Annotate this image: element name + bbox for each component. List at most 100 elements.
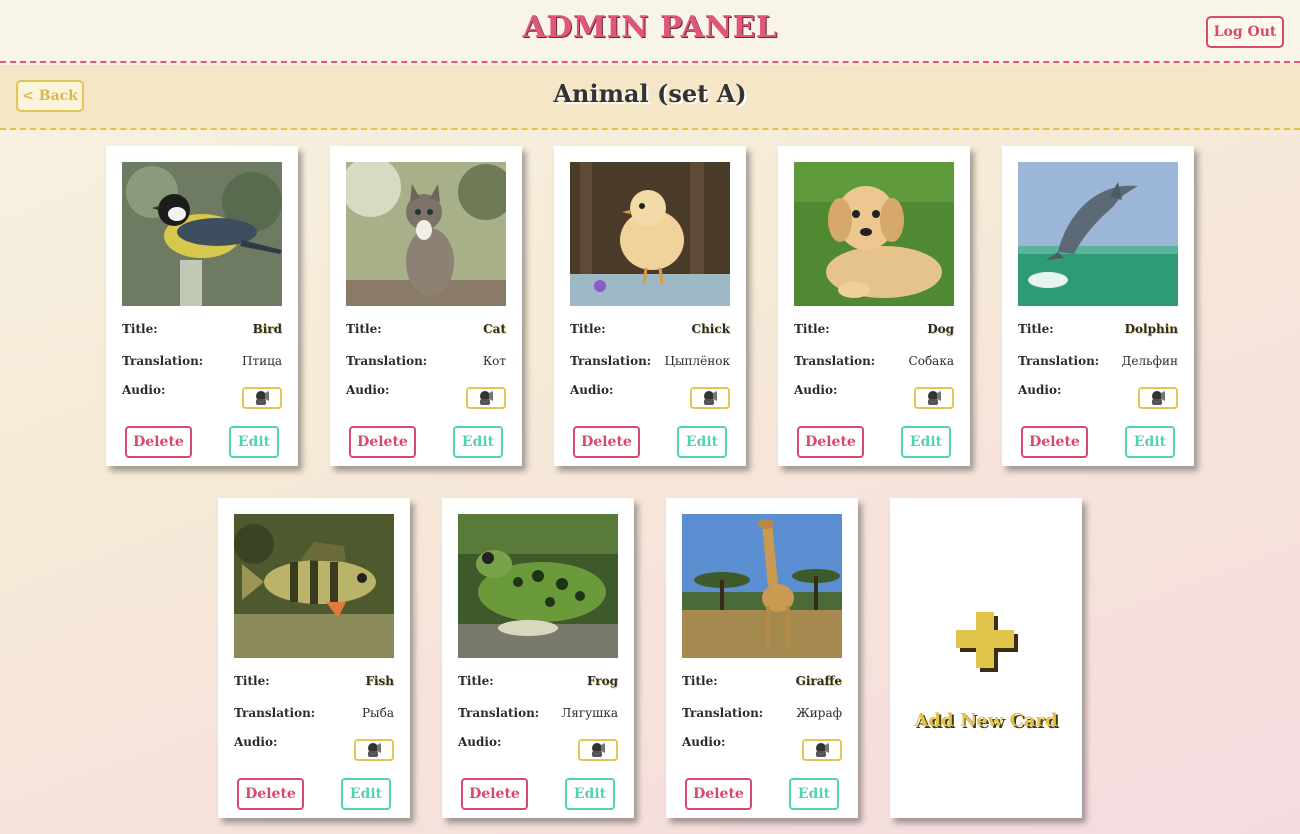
title-label: Title: bbox=[570, 322, 606, 336]
add-new-card-label: Add New Card bbox=[914, 710, 1058, 731]
audio-row: Audio: bbox=[122, 383, 282, 409]
add-new-card-button[interactable]: Add New Card bbox=[890, 498, 1082, 818]
category-title: Animal (set A) bbox=[553, 79, 747, 108]
edit-button[interactable]: Edit bbox=[341, 778, 391, 810]
card-translation: Жираф bbox=[796, 706, 842, 720]
translation-row: Translation: Цыплёнок bbox=[570, 351, 730, 371]
card-image-dog bbox=[794, 162, 954, 306]
edit-button[interactable]: Edit bbox=[789, 778, 839, 810]
translation-label: Translation: bbox=[682, 706, 764, 720]
card-title: Dolphin bbox=[1124, 322, 1178, 336]
speaker-icon bbox=[480, 391, 493, 405]
card-title: Cat bbox=[483, 322, 506, 336]
play-audio-button[interactable] bbox=[466, 387, 506, 409]
speaker-icon bbox=[1152, 391, 1165, 405]
title-row: Title: Bird bbox=[122, 319, 282, 339]
title-row: Title: Chick bbox=[570, 319, 730, 339]
speaker-icon bbox=[368, 743, 381, 757]
translation-row: Translation: Птица bbox=[122, 351, 282, 371]
translation-label: Translation: bbox=[458, 706, 540, 720]
delete-button[interactable]: Delete bbox=[461, 778, 528, 810]
audio-row: Audio: bbox=[570, 383, 730, 409]
card-image-giraffe bbox=[682, 514, 842, 658]
title-label: Title: bbox=[122, 322, 158, 336]
word-card: Title: Cat Translation: Кот Audio: Delet… bbox=[330, 146, 522, 466]
title-label: Title: bbox=[458, 674, 494, 688]
logout-button[interactable]: Log Out bbox=[1206, 16, 1284, 48]
card-translation: Кот bbox=[482, 354, 506, 368]
card-translation: Птица bbox=[242, 354, 282, 368]
word-card: Title: Bird Translation: Птица Audio: De… bbox=[106, 146, 298, 466]
translation-row: Translation: Жираф bbox=[682, 703, 842, 723]
title-label: Title: bbox=[794, 322, 830, 336]
audio-row: Audio: bbox=[346, 383, 506, 409]
card-translation: Собака bbox=[908, 354, 954, 368]
play-audio-button[interactable] bbox=[690, 387, 730, 409]
delete-button[interactable]: Delete bbox=[125, 426, 192, 458]
translation-label: Translation: bbox=[346, 354, 428, 368]
translation-label: Translation: bbox=[234, 706, 316, 720]
audio-label: Audio: bbox=[570, 383, 614, 397]
translation-row: Translation: Лягушка bbox=[458, 703, 618, 723]
category-bar: < Back Animal (set A) bbox=[0, 65, 1300, 130]
play-audio-button[interactable] bbox=[578, 739, 618, 761]
title-row: Title: Frog bbox=[458, 671, 618, 691]
title-label: Title: bbox=[1018, 322, 1054, 336]
translation-row: Translation: Дельфин bbox=[1018, 351, 1178, 371]
card-image-cat bbox=[346, 162, 506, 306]
delete-button[interactable]: Delete bbox=[237, 778, 304, 810]
delete-button[interactable]: Delete bbox=[1021, 426, 1088, 458]
translation-row: Translation: Кот bbox=[346, 351, 506, 371]
edit-button[interactable]: Edit bbox=[1125, 426, 1175, 458]
title-label: Title: bbox=[234, 674, 270, 688]
delete-button[interactable]: Delete bbox=[573, 426, 640, 458]
edit-button[interactable]: Edit bbox=[901, 426, 951, 458]
word-card: Title: Dolphin Translation: Дельфин Audi… bbox=[1002, 146, 1194, 466]
title-label: Title: bbox=[346, 322, 382, 336]
play-audio-button[interactable] bbox=[914, 387, 954, 409]
speaker-icon bbox=[592, 743, 605, 757]
app-title: ADMIN PANEL bbox=[522, 10, 778, 45]
delete-button[interactable]: Delete bbox=[797, 426, 864, 458]
audio-row: Audio: bbox=[794, 383, 954, 409]
speaker-icon bbox=[928, 391, 941, 405]
word-card: Title: Chick Translation: Цыплёнок Audio… bbox=[554, 146, 746, 466]
edit-button[interactable]: Edit bbox=[453, 426, 503, 458]
edit-button[interactable]: Edit bbox=[677, 426, 727, 458]
play-audio-button[interactable] bbox=[242, 387, 282, 409]
audio-label: Audio: bbox=[794, 383, 838, 397]
audio-row: Audio: bbox=[1018, 383, 1178, 409]
card-image-bird bbox=[122, 162, 282, 306]
card-image-fish bbox=[234, 514, 394, 658]
audio-label: Audio: bbox=[1018, 383, 1062, 397]
card-translation: Дельфин bbox=[1121, 354, 1178, 368]
card-translation: Цыплёнок bbox=[664, 354, 730, 368]
delete-button[interactable]: Delete bbox=[349, 426, 416, 458]
audio-label: Audio: bbox=[346, 383, 390, 397]
card-title: Fish bbox=[365, 674, 394, 688]
audio-row: Audio: bbox=[234, 735, 394, 761]
translation-label: Translation: bbox=[122, 354, 204, 368]
audio-label: Audio: bbox=[682, 735, 726, 749]
card-image-dolphin bbox=[1018, 162, 1178, 306]
title-row: Title: Dog bbox=[794, 319, 954, 339]
word-card: Title: Giraffe Translation: Жираф Audio:… bbox=[666, 498, 858, 818]
play-audio-button[interactable] bbox=[354, 739, 394, 761]
title-row: Title: Fish bbox=[234, 671, 394, 691]
translation-label: Translation: bbox=[1018, 354, 1100, 368]
speaker-icon bbox=[816, 743, 829, 757]
play-audio-button[interactable] bbox=[1138, 387, 1178, 409]
card-image-frog bbox=[458, 514, 618, 658]
word-card: Title: Frog Translation: Лягушка Audio: … bbox=[442, 498, 634, 818]
edit-button[interactable]: Edit bbox=[565, 778, 615, 810]
card-title: Frog bbox=[586, 674, 618, 688]
plus-icon bbox=[954, 612, 1022, 684]
title-row: Title: Cat bbox=[346, 319, 506, 339]
delete-button[interactable]: Delete bbox=[685, 778, 752, 810]
audio-label: Audio: bbox=[122, 383, 166, 397]
title-row: Title: Dolphin bbox=[1018, 319, 1178, 339]
play-audio-button[interactable] bbox=[802, 739, 842, 761]
edit-button[interactable]: Edit bbox=[229, 426, 279, 458]
translation-row: Translation: Рыба bbox=[234, 703, 394, 723]
audio-row: Audio: bbox=[682, 735, 842, 761]
